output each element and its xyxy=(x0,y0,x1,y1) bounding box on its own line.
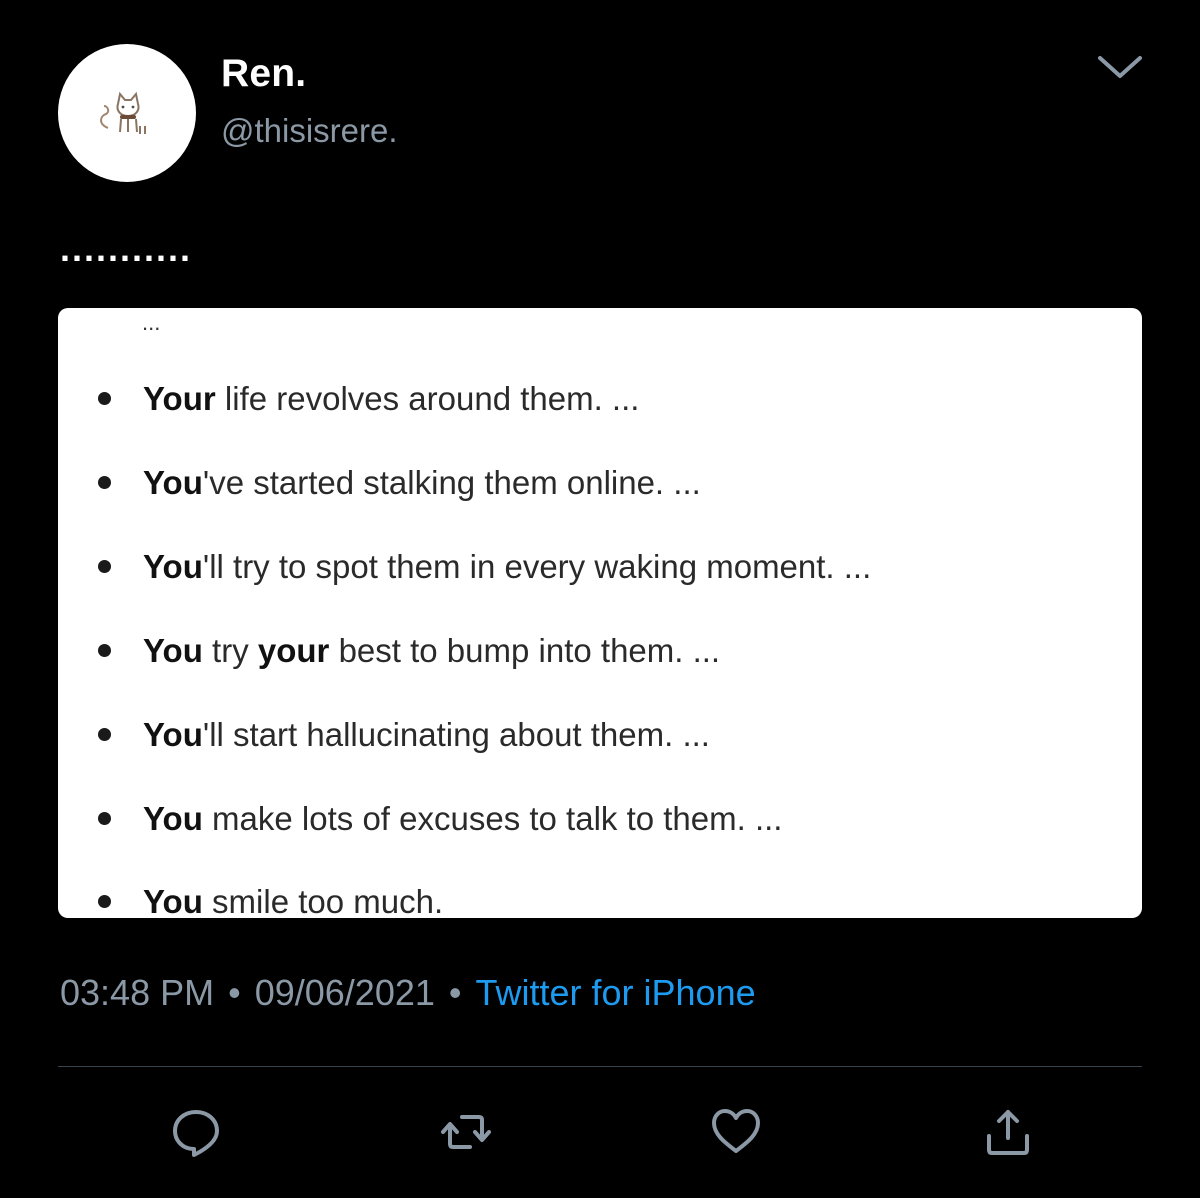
item-text: 've started stalking them online. ... xyxy=(202,464,701,501)
tweet-text: ........... xyxy=(60,228,193,269)
list-item: You'll try to spot them in every waking … xyxy=(98,548,871,586)
item-text: life revolves around them. ... xyxy=(215,380,640,417)
tweet-time: 03:48 PM xyxy=(60,972,215,1013)
like-button[interactable] xyxy=(710,1106,762,1158)
bold-word: You xyxy=(143,548,203,585)
bullet xyxy=(98,391,111,405)
bullet xyxy=(98,811,111,825)
separator: • xyxy=(228,972,241,1013)
avatar[interactable] xyxy=(58,44,196,182)
tweet-detail: Ren. @thisisrere. ........... ... Your l… xyxy=(0,0,1200,1198)
divider xyxy=(58,1066,1142,1067)
bold-word: You xyxy=(143,883,203,918)
tweet-date: 09/06/2021 xyxy=(254,972,435,1013)
retweet-icon xyxy=(441,1115,491,1149)
item-text: 'll try to spot them in every waking mom… xyxy=(202,548,872,585)
bullet xyxy=(98,559,111,573)
display-name[interactable]: Ren. xyxy=(221,52,306,96)
item-text: try xyxy=(202,632,258,669)
tweet-image[interactable]: ... Your life revolves around them. ... … xyxy=(58,308,1142,918)
item-text: make lots of excuses to talk to them. ..… xyxy=(202,800,783,837)
chevron-down-icon[interactable] xyxy=(1094,48,1146,84)
list-item: You smile too much. xyxy=(98,883,443,918)
separator: • xyxy=(448,972,462,1013)
bullet xyxy=(98,894,111,908)
cat-avatar-icon xyxy=(100,91,146,134)
reply-icon xyxy=(173,1110,219,1157)
share-button[interactable] xyxy=(982,1106,1034,1158)
bold-word: You xyxy=(143,800,203,837)
top-ellipsis: ... xyxy=(142,310,161,335)
reply-button[interactable] xyxy=(170,1106,222,1158)
bullet xyxy=(98,643,111,657)
item-text: best to bump into them. ... xyxy=(329,632,721,669)
list-item: ... xyxy=(142,310,160,336)
retweet-button[interactable] xyxy=(440,1106,492,1158)
bullet xyxy=(98,727,111,741)
bold-word: You xyxy=(143,464,203,501)
user-handle[interactable]: @thisisrere. xyxy=(221,112,398,150)
list-item: You make lots of excuses to talk to them… xyxy=(98,800,782,838)
list-item: Your life revolves around them. ... xyxy=(98,380,639,418)
bold-word: your xyxy=(257,632,330,669)
source-link[interactable]: Twitter for iPhone xyxy=(476,972,756,1013)
list-item: You try your best to bump into them. ... xyxy=(98,632,720,670)
share-icon xyxy=(987,1110,1029,1155)
item-text: 'll start hallucinating about them. ... xyxy=(202,716,710,753)
item-text: smile too much. xyxy=(202,883,444,918)
bold-word: Your xyxy=(143,380,216,417)
list-item: You'll start hallucinating about them. .… xyxy=(98,716,710,754)
bold-word: You xyxy=(143,632,203,669)
heart-icon xyxy=(712,1109,760,1153)
tweet-meta: 03:48 PM • 09/06/2021 • Twitter for iPhone xyxy=(60,972,756,1014)
list-item: You've started stalking them online. ... xyxy=(98,464,701,502)
bold-word: You xyxy=(143,716,203,753)
bullet xyxy=(98,475,111,489)
